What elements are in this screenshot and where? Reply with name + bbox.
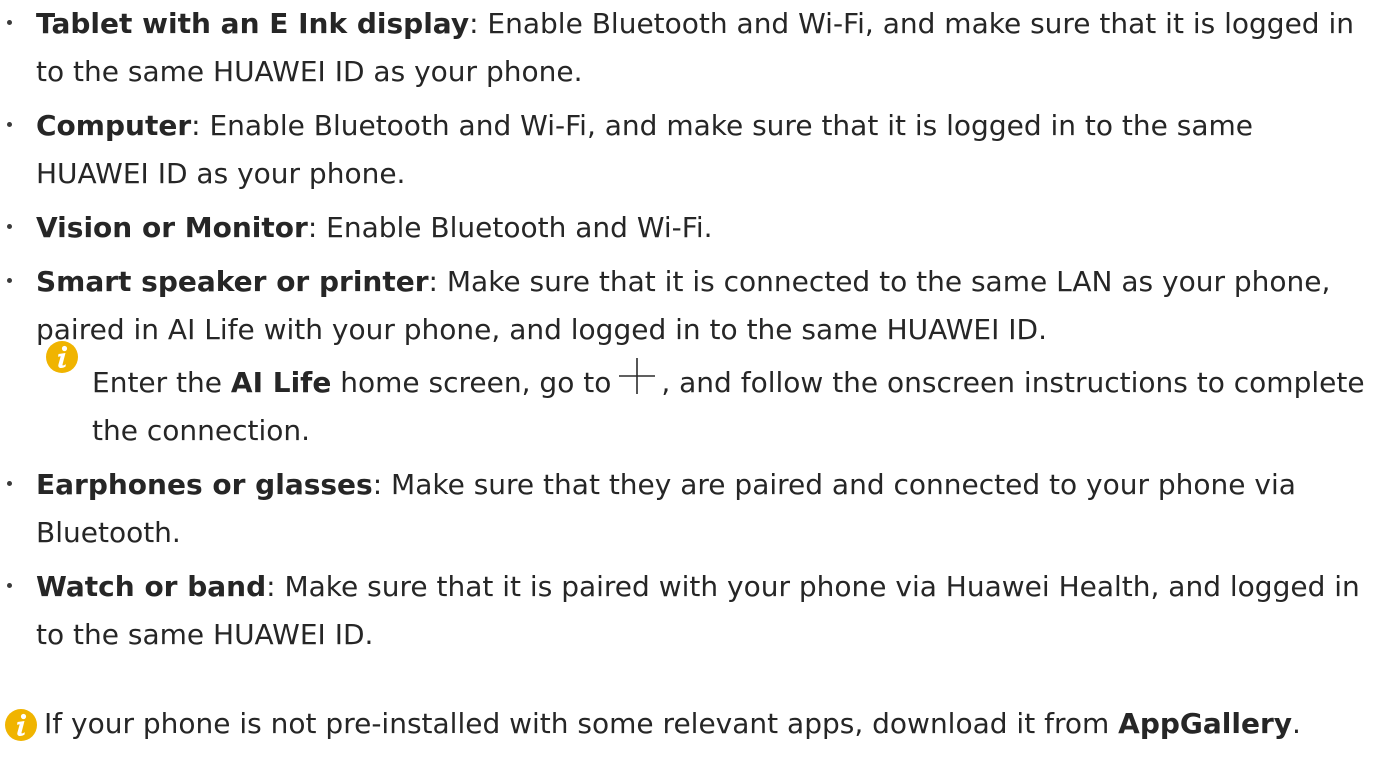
item-term: Vision or Monitor: [36, 211, 308, 244]
item-term: Smart speaker or printer: [36, 265, 429, 298]
list-item-computer: Computer: Enable Bluetooth and Wi-Fi, an…: [0, 102, 1366, 198]
ai-life-note: Enter the AI Life home screen, go to, an…: [0, 341, 1383, 455]
item-term: Earphones or glasses: [36, 468, 373, 501]
note-app-name: AI Life: [230, 366, 332, 399]
appgallery-link[interactable]: AppGallery: [1118, 707, 1292, 740]
document-page: Tablet with an E Ink display : Enable Blu…: [0, 0, 1383, 754]
bullet-icon: [7, 224, 12, 229]
item-text: : Enable Bluetooth and Wi-Fi, and make s…: [36, 109, 1254, 190]
item-term: Tablet with an E Ink display: [36, 7, 470, 40]
list-item-earphones: Earphones or glasses: Make sure that the…: [0, 461, 1366, 557]
list-item-vision: Vision or Monitor: Enable Bluetooth and …: [0, 204, 1366, 252]
plus-icon: [617, 356, 657, 396]
item-term: Computer: [36, 109, 192, 142]
list-item-tablet: Tablet with an E Ink display: Enable Blu…: [0, 0, 1366, 96]
note-prefix: Enter the: [92, 366, 231, 399]
bullet-icon: [7, 20, 12, 25]
appgallery-footnote: If your phone is not pre-installed with …: [4, 700, 1383, 748]
bullet-icon: [7, 122, 12, 127]
list-item-speaker: Smart speaker or printer: Make sure that…: [0, 258, 1366, 354]
bullet-icon: [7, 278, 12, 283]
item-text: : Enable Bluetooth and Wi-Fi.: [307, 211, 713, 244]
info-icon: [45, 340, 79, 374]
note-middle: home screen, go to: [331, 366, 612, 399]
list-item-watch: Watch or band: Make sure that it is pair…: [0, 563, 1366, 659]
device-requirements-list: Tablet with an E Ink display : Enable Blu…: [0, 0, 1383, 665]
info-icon: [4, 708, 38, 742]
item-term: Watch or band: [36, 570, 267, 603]
bullet-icon: [7, 481, 12, 486]
footnote-text: If your phone is not pre-installed with …: [44, 707, 1119, 740]
footnote-end: .: [1292, 707, 1301, 740]
bullet-icon: [7, 583, 12, 588]
